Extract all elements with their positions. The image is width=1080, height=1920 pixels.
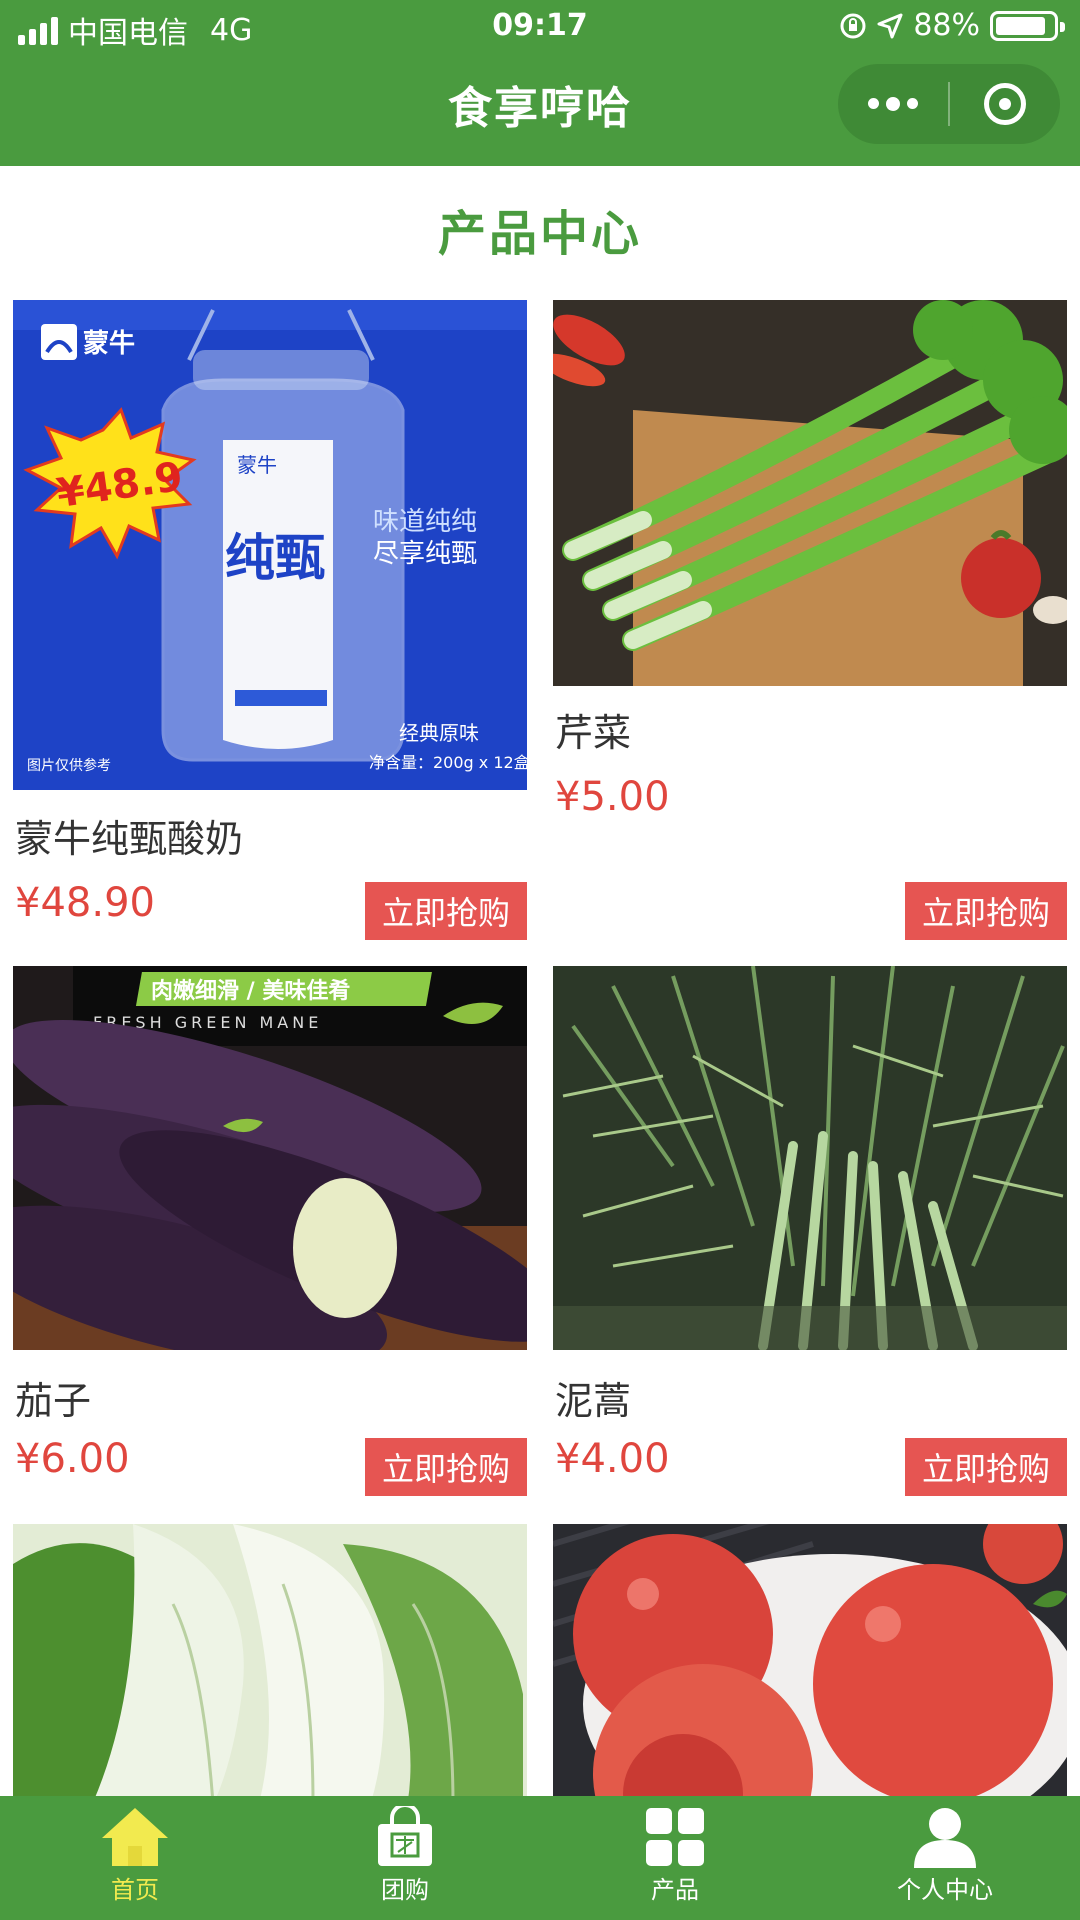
tab-home[interactable]: 首页: [0, 1796, 270, 1920]
buy-now-button[interactable]: 立即抢购: [905, 1438, 1067, 1496]
product-price: ¥6.00: [15, 1436, 130, 1482]
cabbage-illustration: [13, 1524, 527, 1824]
tomato-illustration: [553, 1524, 1067, 1824]
product-price: ¥48.90: [15, 880, 155, 926]
status-bar: 中国电信 4G 09:17 88%: [0, 0, 1080, 56]
product-name[interactable]: 蒙牛纯甄酸奶: [15, 808, 243, 863]
tab-home-label: 首页: [111, 1876, 159, 1904]
grid-icon: [646, 1808, 704, 1866]
product-card[interactable]: 蒙牛 蒙牛 纯甄 ¥48.9 味道纯纯 尽享纯甄 经典原味 净含量：200g x…: [13, 300, 527, 950]
product-card[interactable]: [553, 1524, 1067, 1824]
battery-percent: 88%: [913, 8, 980, 43]
tab-products-label: 产品: [651, 1876, 699, 1904]
yogurt-box-illustration: 蒙牛 蒙牛 纯甄 ¥48.9 味道纯纯 尽享纯甄 经典原味 净含量：200g x…: [13, 300, 527, 790]
product-image[interactable]: 肉嫩细滑 / 美味佳肴 FRESH GREEN MANE: [13, 966, 527, 1350]
product-card[interactable]: 泥蒿 ¥4.00 立即抢购: [553, 966, 1067, 1526]
tab-profile-label: 个人中心: [897, 1876, 993, 1904]
artemisia-illustration: [553, 966, 1067, 1350]
more-dots-icon: [868, 96, 918, 111]
celery-illustration: [553, 300, 1067, 686]
eggplant-illustration: 肉嫩细滑 / 美味佳肴 FRESH GREEN MANE: [13, 966, 527, 1350]
image-note: 图片仅供参考: [27, 757, 111, 774]
product-card[interactable]: [13, 1524, 527, 1824]
buy-now-button[interactable]: 立即抢购: [365, 1438, 527, 1496]
buy-now-button[interactable]: 立即抢购: [365, 882, 527, 940]
brand-text: 蒙牛: [83, 329, 135, 359]
product-image[interactable]: 蒙牛 蒙牛 纯甄 ¥48.9 味道纯纯 尽享纯甄 经典原味 净含量：200g x…: [13, 300, 527, 790]
top-bar: 中国电信 4G 09:17 88% 食享哼哈: [0, 0, 1080, 166]
product-image[interactable]: [553, 1524, 1067, 1824]
battery-fill: [996, 16, 1045, 35]
tab-profile[interactable]: 个人中心: [810, 1796, 1080, 1920]
section-title: 产品中心: [437, 206, 642, 262]
product-name[interactable]: 茄子: [15, 1370, 91, 1425]
spec-text: 净含量：200g x 12盒: [369, 753, 527, 772]
product-card[interactable]: 芹菜 ¥5.00 立即抢购: [553, 300, 1067, 950]
user-icon: [914, 1808, 976, 1868]
banner-text: 肉嫩细滑 / 美味佳肴: [151, 978, 350, 1004]
more-button[interactable]: [838, 64, 948, 144]
slogan-line-1: 味道纯纯: [373, 507, 477, 537]
app-root: 中国电信 4G 09:17 88% 食享哼哈 产品中心 蒙牛 蒙牛 纯甄 ¥48…: [0, 0, 1080, 1920]
product-name[interactable]: 芹菜: [555, 702, 631, 757]
product-name[interactable]: 泥蒿: [555, 1370, 631, 1425]
product-image[interactable]: [553, 966, 1067, 1350]
slogan-line-2: 尽享纯甄: [373, 539, 477, 569]
target-circle-icon: [984, 83, 1026, 125]
orientation-lock-icon: [840, 13, 866, 38]
product-image[interactable]: [13, 1524, 527, 1824]
product-card[interactable]: 肉嫩细滑 / 美味佳肴 FRESH GREEN MANE 茄子 ¥6.00 立即…: [13, 966, 527, 1526]
battery-icon: [990, 10, 1065, 41]
mini-program-capsule: [838, 64, 1060, 144]
product-price: ¥4.00: [555, 1436, 670, 1482]
home-icon: [102, 1808, 168, 1866]
product-image[interactable]: [553, 300, 1067, 686]
buy-now-button[interactable]: 立即抢购: [905, 882, 1067, 940]
tab-group-buy[interactable]: 团购: [270, 1796, 540, 1920]
flavor-text: 经典原味: [399, 721, 479, 745]
bottom-tab-bar: 首页 团购 产品 个人中心: [0, 1796, 1080, 1920]
pouch-brand-text: 蒙牛: [237, 453, 277, 477]
close-button[interactable]: [950, 64, 1060, 144]
status-right: 88%: [839, 8, 1065, 43]
product-name-on-pack: 纯甄: [225, 529, 325, 587]
product-price: ¥5.00: [555, 774, 670, 820]
tab-products[interactable]: 产品: [540, 1796, 810, 1920]
shopping-bag-icon: [378, 1806, 432, 1866]
location-arrow-icon: [877, 13, 903, 38]
tab-group-buy-label: 团购: [381, 1876, 429, 1904]
